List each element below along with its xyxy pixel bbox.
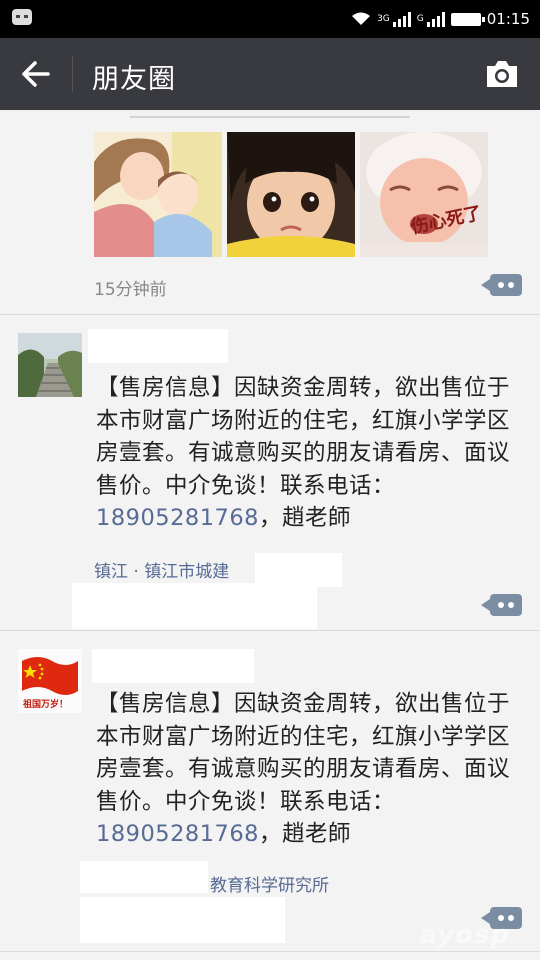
camera-button[interactable] <box>484 58 520 90</box>
post-text: 【售房信息】因缺资金周转，欲出售位于本市财富广场附近的住宅，红旗小学学区房壹套。… <box>96 372 516 535</box>
clock: 01:15 <box>486 10 530 28</box>
notification-icon <box>12 9 32 25</box>
post-image-mother-baby[interactable] <box>94 132 222 257</box>
phone-link[interactable]: 18905281768 <box>96 821 259 847</box>
status-bar: 3G G 01:15 <box>0 0 540 38</box>
network-type-g: G <box>416 14 424 24</box>
watermark: ayosp <box>419 920 510 950</box>
moment-post: 【售房信息】因缺资金周转，欲出售位于本市财富广场附近的住宅，红旗小学学区房壹套。… <box>0 315 540 631</box>
status-icons: 3G G 01:15 <box>351 8 530 30</box>
avatar[interactable] <box>18 333 82 397</box>
comment-button[interactable] <box>481 274 522 296</box>
redacted-username <box>88 329 228 363</box>
dot <box>498 602 504 608</box>
back-arrow-icon <box>22 61 50 87</box>
avatar[interactable]: 祖国万岁！ <box>18 649 82 713</box>
title-divider <box>72 56 73 92</box>
back-button[interactable] <box>14 52 58 96</box>
phone-link[interactable]: 18905281768 <box>96 505 259 531</box>
signal-icon-2 <box>426 11 445 27</box>
post-body: 【售房信息】因缺资金周转，欲出售位于本市财富广场附近的住宅，红旗小学学区房壹套。… <box>96 375 511 499</box>
redacted-area <box>255 553 342 587</box>
post-signature: ，趙老師 <box>258 505 351 531</box>
network-type-3g: 3G <box>377 14 390 24</box>
moment-post: 伤心死了 15分钟前 <box>0 110 540 315</box>
comment-button[interactable] <box>481 594 522 616</box>
avatar-caption: 祖国万岁！ <box>23 700 69 710</box>
cut-off-text <box>130 104 410 118</box>
post-time: 15分钟前 <box>94 280 167 300</box>
dot <box>508 602 514 608</box>
post-text: 【售房信息】因缺资金周转，欲出售位于本市财富广场附近的住宅，红旗小学学区房壹套。… <box>96 688 516 851</box>
redacted-area <box>72 583 317 629</box>
redacted-username <box>92 649 254 683</box>
page-title: 朋友圈 <box>92 64 176 95</box>
moment-post: 祖国万岁！ 【售房信息】因缺资金周转，欲出售位于本市财富广场附近的住宅，红旗小学… <box>0 631 540 952</box>
title-bar: 朋友圈 <box>0 38 540 110</box>
post-image-girl[interactable] <box>227 132 355 257</box>
post-body: 【售房信息】因缺资金周转，欲出售位于本市财富广场附近的住宅，红旗小学学区房壹套。… <box>96 691 511 815</box>
location-link[interactable]: 教育科学研究所 <box>210 871 329 896</box>
redacted-area <box>80 861 208 893</box>
post-image-crying-baby[interactable]: 伤心死了 <box>360 132 488 257</box>
location-link[interactable]: 镇江 · 镇江市城建 <box>94 557 229 582</box>
signal-icon <box>392 11 411 27</box>
redacted-area <box>80 897 285 943</box>
post-signature: ，趙老師 <box>258 821 351 847</box>
dot <box>498 282 504 288</box>
moments-feed[interactable]: 伤心死了 15分钟前 【售房信息】因缺资金周转，欲出售位于本市财富广场附近的住宅… <box>0 110 540 952</box>
camera-icon <box>487 61 517 87</box>
battery-icon <box>450 12 485 26</box>
wifi-icon <box>351 12 371 26</box>
dot <box>508 282 514 288</box>
